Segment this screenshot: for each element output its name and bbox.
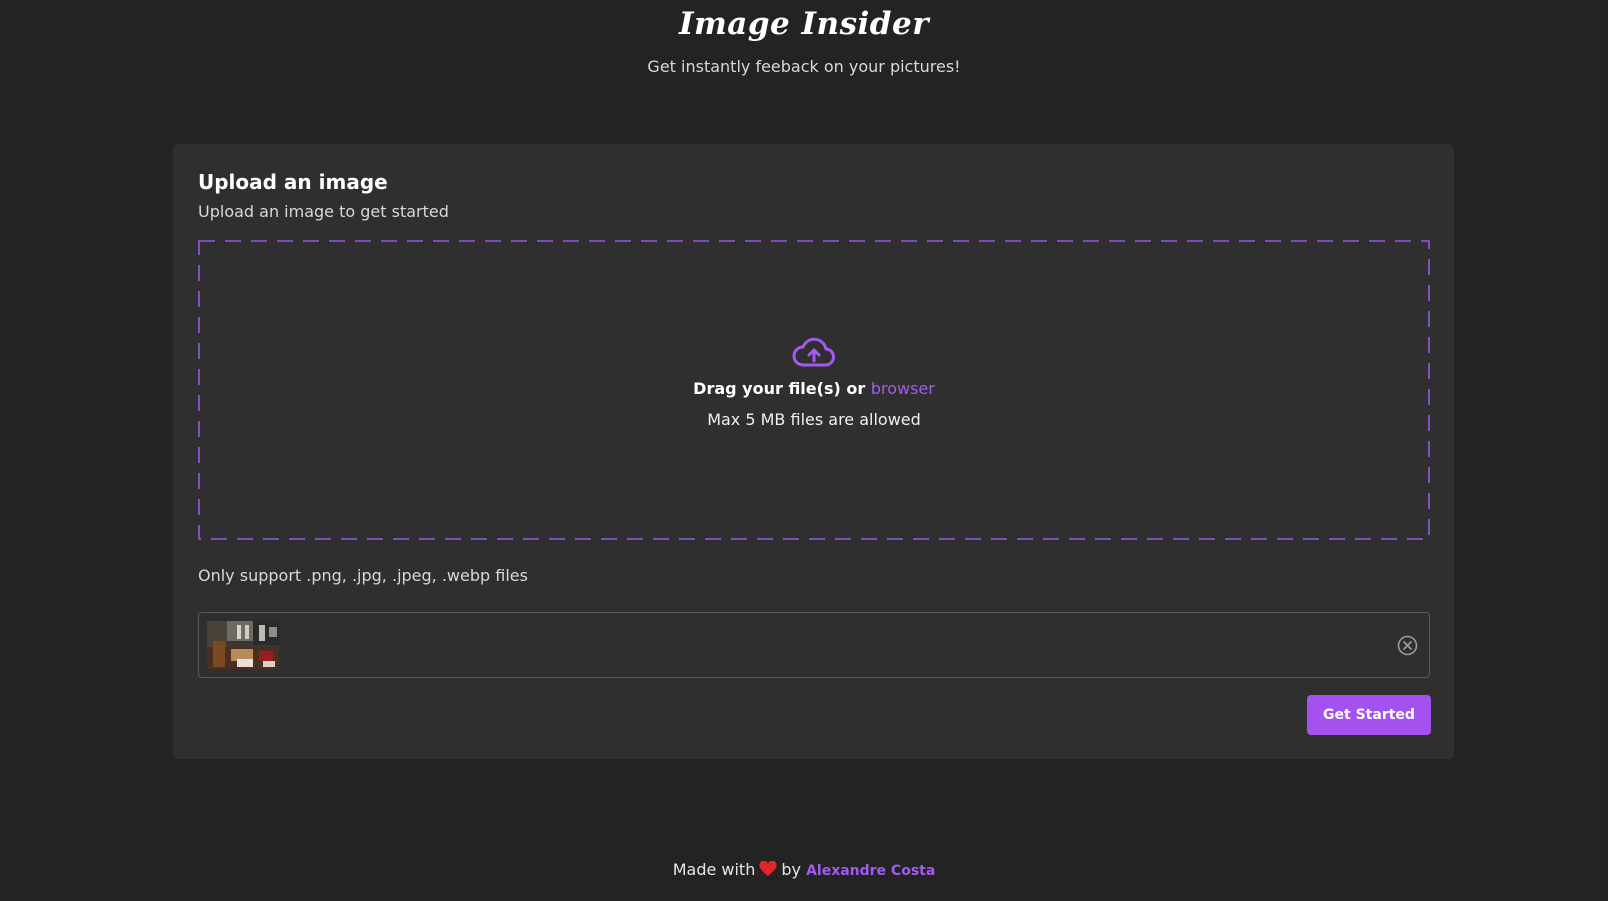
get-started-button[interactable]: Get Started xyxy=(1307,695,1431,735)
footer-made-with: Made with xyxy=(672,860,756,879)
card-title: Upload an image xyxy=(198,170,388,194)
app-title: Image Insider xyxy=(678,6,930,42)
close-circle-icon[interactable] xyxy=(1397,635,1418,656)
author-link[interactable]: Alexandre Costa xyxy=(806,863,935,879)
cloud-upload-icon xyxy=(792,337,835,367)
dropzone-prompt: Drag your file(s) or browser xyxy=(198,379,1430,398)
card-description: Upload an image to get started xyxy=(198,202,449,221)
supported-formats-note: Only support .png, .jpg, .jpeg, .webp fi… xyxy=(198,566,528,585)
dropzone-content: Drag your file(s) or browser Max 5 MB fi… xyxy=(198,335,1430,429)
footer-by: by xyxy=(781,860,801,879)
uploaded-image-thumbnail xyxy=(207,621,279,669)
selected-file-row xyxy=(198,612,1430,678)
upload-card: Upload an image Upload an image to get s… xyxy=(173,144,1454,759)
heart-icon xyxy=(759,861,777,876)
app-subtitle: Get instantly feeback on your pictures! xyxy=(647,57,961,76)
browse-link[interactable]: browser xyxy=(871,379,935,398)
dropzone-prompt-text: Drag your file(s) or xyxy=(693,379,866,398)
file-size-limit: Max 5 MB files are allowed xyxy=(707,410,921,429)
page-footer: Made with by Alexandre Costa xyxy=(0,860,1608,879)
file-dropzone[interactable]: Drag your file(s) or browser Max 5 MB fi… xyxy=(198,240,1430,540)
